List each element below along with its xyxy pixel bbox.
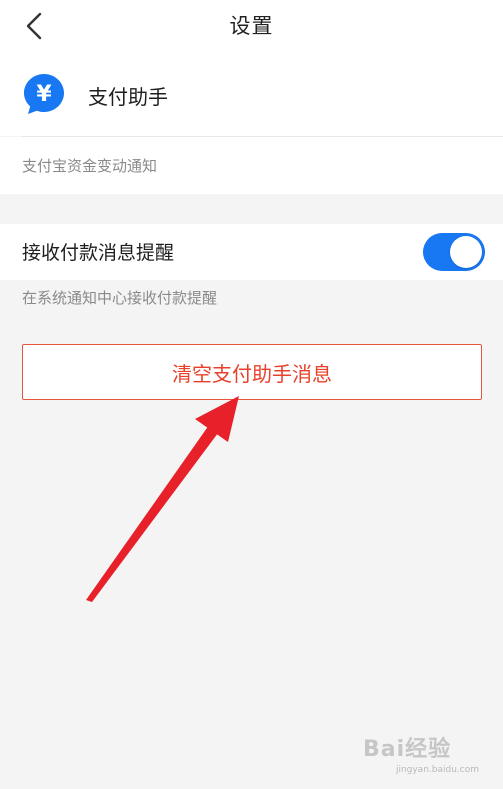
arrow-shaft — [86, 418, 224, 602]
settings-screen: 设置 ¥ 支付助手 支付宝资金变动通知 接收付款消息提醒 在系统通知中心接收付款… — [0, 0, 503, 789]
toggle-knob — [450, 236, 482, 268]
assistant-description-section: 支付宝资金变动通知 — [0, 137, 503, 194]
payment-notification-setting: 接收付款消息提醒 — [0, 224, 503, 280]
watermark-brand: Bai经验 — [363, 737, 452, 762]
yuan-bubble-icon: ¥ — [24, 74, 64, 114]
payment-notification-toggle[interactable] — [423, 233, 485, 271]
watermark-url: jingyan.baidu.com — [395, 765, 479, 775]
assistant-profile: ¥ 支付助手 — [0, 52, 503, 136]
assistant-description: 支付宝资金变动通知 — [22, 157, 158, 175]
assistant-name: 支付助手 — [88, 85, 168, 109]
setting-label: 接收付款消息提醒 — [22, 242, 175, 264]
nav-bar: 设置 — [0, 0, 503, 52]
arrow-head — [195, 396, 239, 442]
page-title: 设置 — [229, 14, 274, 38]
clear-messages-button[interactable]: 清空支付助手消息 — [22, 344, 482, 400]
baidu-jingyan-watermark: Bai经验 jingyan.baidu.com — [363, 729, 483, 775]
alipay-assistant-avatar: ¥ — [22, 72, 66, 116]
setting-hint: 在系统通知中心接收付款提醒 — [22, 289, 218, 307]
avatar-symbol: ¥ — [36, 82, 52, 107]
